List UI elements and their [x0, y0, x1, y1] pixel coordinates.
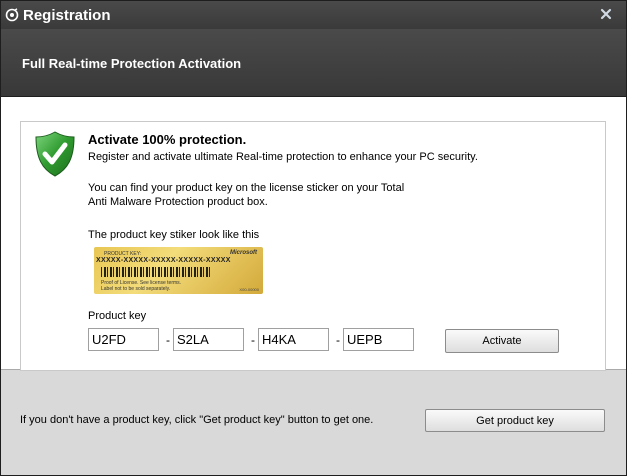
product-key-part-3[interactable] [258, 328, 329, 351]
registration-window: Registration Full Real-time Protection A… [0, 0, 627, 476]
header-title: Full Real-time Protection Activation [22, 56, 242, 71]
key-separator-2: - [251, 333, 255, 347]
get-product-key-button[interactable]: Get product key [425, 409, 605, 432]
barcode [101, 267, 211, 277]
key-separator-3: - [336, 333, 340, 347]
window-title: Registration [23, 7, 111, 24]
header-banner: Full Real-time Protection Activation [1, 29, 626, 97]
panel-hint-line-2: Anti Malware Protection product box. [88, 196, 268, 208]
sticker-brand: Microsoft [230, 250, 257, 256]
sticker-key: XXXXX-XXXXX-XXXXX-XXXXX-XXXXX [96, 257, 231, 264]
sticker-code: X00-00000 [239, 287, 259, 292]
activate-button[interactable]: Activate [445, 329, 559, 353]
product-key-sticker-image: PRODUCT KEY: Microsoft XXXXX-XXXXX-XXXXX… [94, 247, 263, 294]
sticker-fine-print-2: Label not to be sold separately. [101, 286, 171, 292]
panel-heading: Activate 100% protection. [88, 132, 247, 147]
registration-app-icon [5, 8, 19, 22]
product-key-part-2[interactable] [173, 328, 244, 351]
sticker-caption: The product key stiker look like this [88, 229, 260, 241]
product-key-part-1[interactable] [88, 328, 159, 351]
content-area: Activate 100% protection. Register and a… [1, 97, 626, 371]
shield-check-icon [35, 131, 75, 177]
footer-hint: If you don't have a product key, click "… [20, 414, 374, 426]
product-key-part-4[interactable] [343, 328, 414, 351]
activation-panel: Activate 100% protection. Register and a… [20, 121, 606, 371]
close-icon[interactable] [598, 6, 614, 22]
key-separator-1: - [166, 333, 170, 347]
panel-hint-line-1: You can find your product key on the lic… [88, 182, 405, 194]
panel-description: Register and activate ultimate Real-time… [88, 151, 478, 163]
title-bar[interactable]: Registration [1, 1, 626, 29]
product-key-label: Product key [88, 310, 147, 322]
